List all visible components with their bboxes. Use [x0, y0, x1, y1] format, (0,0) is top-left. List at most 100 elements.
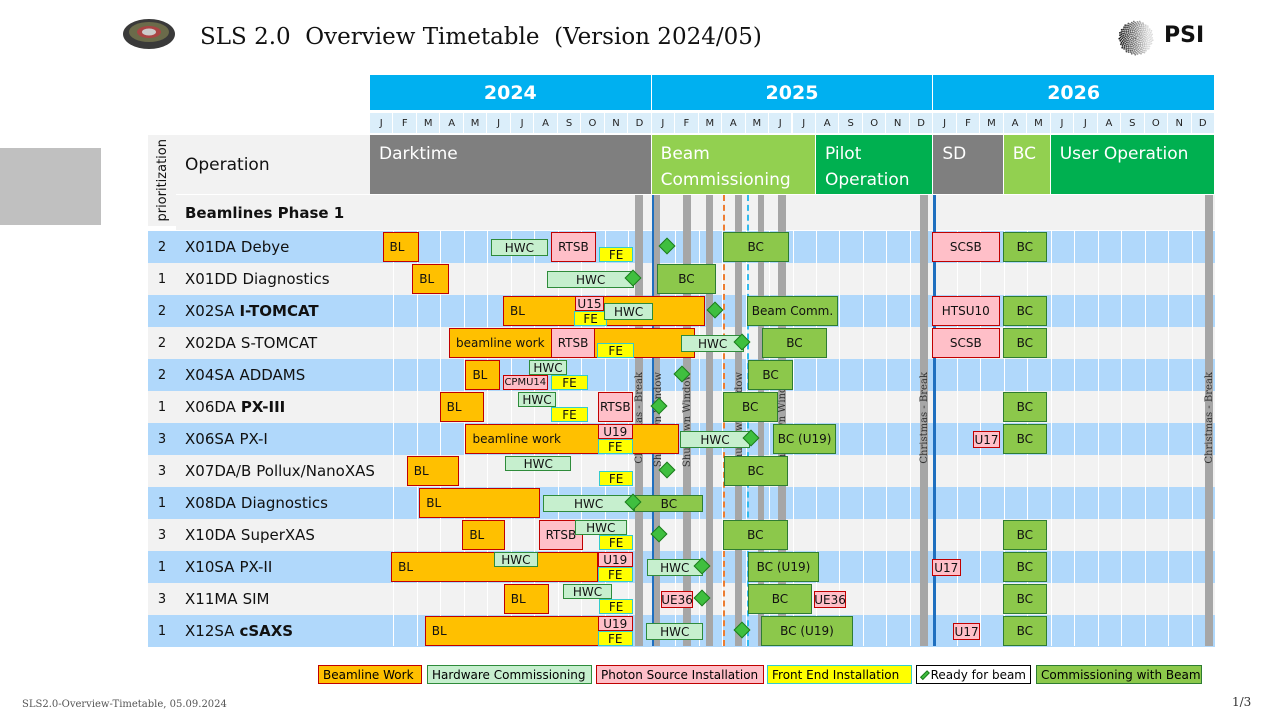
task-bar-bl: BL — [439, 392, 485, 422]
task-bar-hwc: HWC — [646, 623, 704, 640]
task-bar-bc: BC — [761, 328, 827, 358]
month-header: S — [557, 113, 582, 133]
task-bar-ps: U17 — [931, 559, 961, 576]
beamline-name: X02DA S-TOMCAT — [176, 327, 370, 359]
month-header: S — [1121, 113, 1145, 133]
task-bar-ps: UE36 — [661, 591, 694, 608]
task-bar-hwc: HWC — [505, 456, 572, 471]
task-bar-bc: BC — [722, 392, 778, 422]
month-header: F — [393, 113, 417, 133]
beamline-title: cSAXS — [239, 622, 294, 640]
month-header: M — [698, 113, 723, 133]
year-boundary-line — [933, 195, 937, 646]
priority-value: 2 — [157, 335, 167, 351]
legend-label: Hardware Commissioning — [432, 667, 586, 682]
beamline-code: X01DD — [185, 270, 238, 288]
operation-phase: Pilot Operation — [815, 135, 934, 194]
task-bar-bl: BL — [465, 360, 500, 390]
task-bar-fe: FE — [599, 535, 633, 550]
task-bar-bc: BC — [657, 264, 716, 294]
month-gridline — [1097, 231, 1099, 646]
beamline-name: X01DA Debye — [176, 231, 370, 263]
task-bar-bc: BC — [1002, 296, 1047, 326]
task-bar-bc: BC (U19) — [772, 424, 837, 454]
month-gridline — [1121, 231, 1123, 646]
diamond-icon — [919, 669, 930, 680]
task-bar-bl: BL — [412, 264, 450, 294]
sls-logo — [122, 17, 176, 51]
beamline-name: X10DA SuperXAS — [176, 519, 370, 551]
priority-value: 2 — [157, 303, 167, 319]
beamline-code: X08DA — [185, 494, 236, 512]
month-header: A — [722, 113, 746, 133]
operation-phase: SD — [933, 135, 1004, 194]
task-bar-bc: BC — [722, 232, 789, 262]
beamline-title: Pollux/NanoXAS — [256, 462, 375, 480]
task-bar-bc: BC — [634, 495, 704, 512]
month-gridline — [1074, 231, 1076, 646]
task-bar-bl: BL — [462, 520, 506, 550]
legend-label: Beamline Work — [323, 667, 414, 682]
month-header: O — [862, 113, 887, 133]
operation-phase: Darktime — [370, 135, 652, 194]
legend-item: Front End Installation — [767, 665, 912, 684]
beamline-name: X06SA PX-I — [176, 423, 370, 455]
legend-item: Beamline Work — [318, 665, 422, 684]
task-bar-bc: BC — [1002, 552, 1047, 582]
task-bar-bc: BC — [1002, 424, 1047, 454]
beamline-code: X12SA — [185, 622, 235, 640]
task-bar-ps: RTSB — [550, 328, 596, 358]
legend-item: Photon Source Installation — [596, 665, 764, 684]
shutdown-window-label: Christmas - Break — [1203, 372, 1215, 464]
task-bar-ps: CPMU14 — [503, 375, 548, 390]
month-header: J — [1074, 113, 1098, 133]
task-bar-fe: FE — [597, 439, 633, 454]
month-header: J — [933, 113, 957, 133]
task-bar-bc: BC (U19) — [747, 552, 820, 582]
operation-header: Operation — [176, 135, 370, 194]
beamline-name: X06DA PX-III — [176, 391, 370, 423]
task-bar-bc: BC (U19) — [761, 616, 853, 646]
task-bar-hwc: HWC — [679, 431, 751, 448]
month-gridline — [1144, 231, 1146, 646]
month-gridline — [393, 231, 395, 646]
task-bar-hwc: HWC — [563, 584, 612, 599]
month-header: M — [1027, 113, 1051, 133]
beamline-code: X06SA — [185, 430, 235, 448]
task-bar-fe: FE — [550, 375, 589, 390]
month-header: A — [815, 113, 840, 133]
beamline-title: PX-II — [239, 558, 273, 576]
task-bar-hwc: HWC — [603, 303, 654, 320]
month-header: N — [604, 113, 629, 133]
month-header: F — [956, 113, 981, 133]
task-bar-bc: BC — [747, 360, 794, 390]
beamline-title: Debye — [240, 238, 290, 256]
operation-phase: Beam Commissioning — [651, 135, 816, 194]
beamline-title: Diagnostics — [242, 270, 330, 288]
legend-label: Front End Installation — [772, 667, 900, 682]
beamline-title: PX-I — [239, 430, 268, 448]
task-bar-hwc: HWC — [542, 495, 635, 512]
beamline-code: X10DA — [185, 526, 236, 544]
month-header: D — [909, 113, 934, 133]
legend-item: Ready for beam — [916, 665, 1031, 684]
beamline-title: Diagnostics — [240, 494, 328, 512]
beamline-code: X01DA — [185, 238, 236, 256]
priority-value: 1 — [157, 399, 167, 415]
operation-phase: BC — [1003, 135, 1051, 194]
task-bar-bl: BL — [419, 488, 540, 518]
month-header: O — [581, 113, 605, 133]
beamline-name: X12SA cSAXS — [176, 615, 370, 647]
year-header: 2026 — [933, 75, 1215, 110]
task-bar-bl: beamline work — [465, 424, 680, 454]
task-bar-ps: U17 — [952, 623, 981, 640]
task-bar-bc: BC — [1002, 392, 1047, 422]
task-bar-fe: FE — [596, 343, 635, 358]
task-bar-bc: BC — [1002, 328, 1047, 358]
legend-item: Hardware Commissioning — [427, 665, 592, 684]
beamline-name: X08DA Diagnostics — [176, 487, 370, 519]
task-bar-bl: BL — [503, 584, 550, 614]
month-gridline — [1191, 231, 1193, 646]
task-bar-bc: BC — [1002, 616, 1047, 646]
month-gridline — [1050, 231, 1052, 646]
